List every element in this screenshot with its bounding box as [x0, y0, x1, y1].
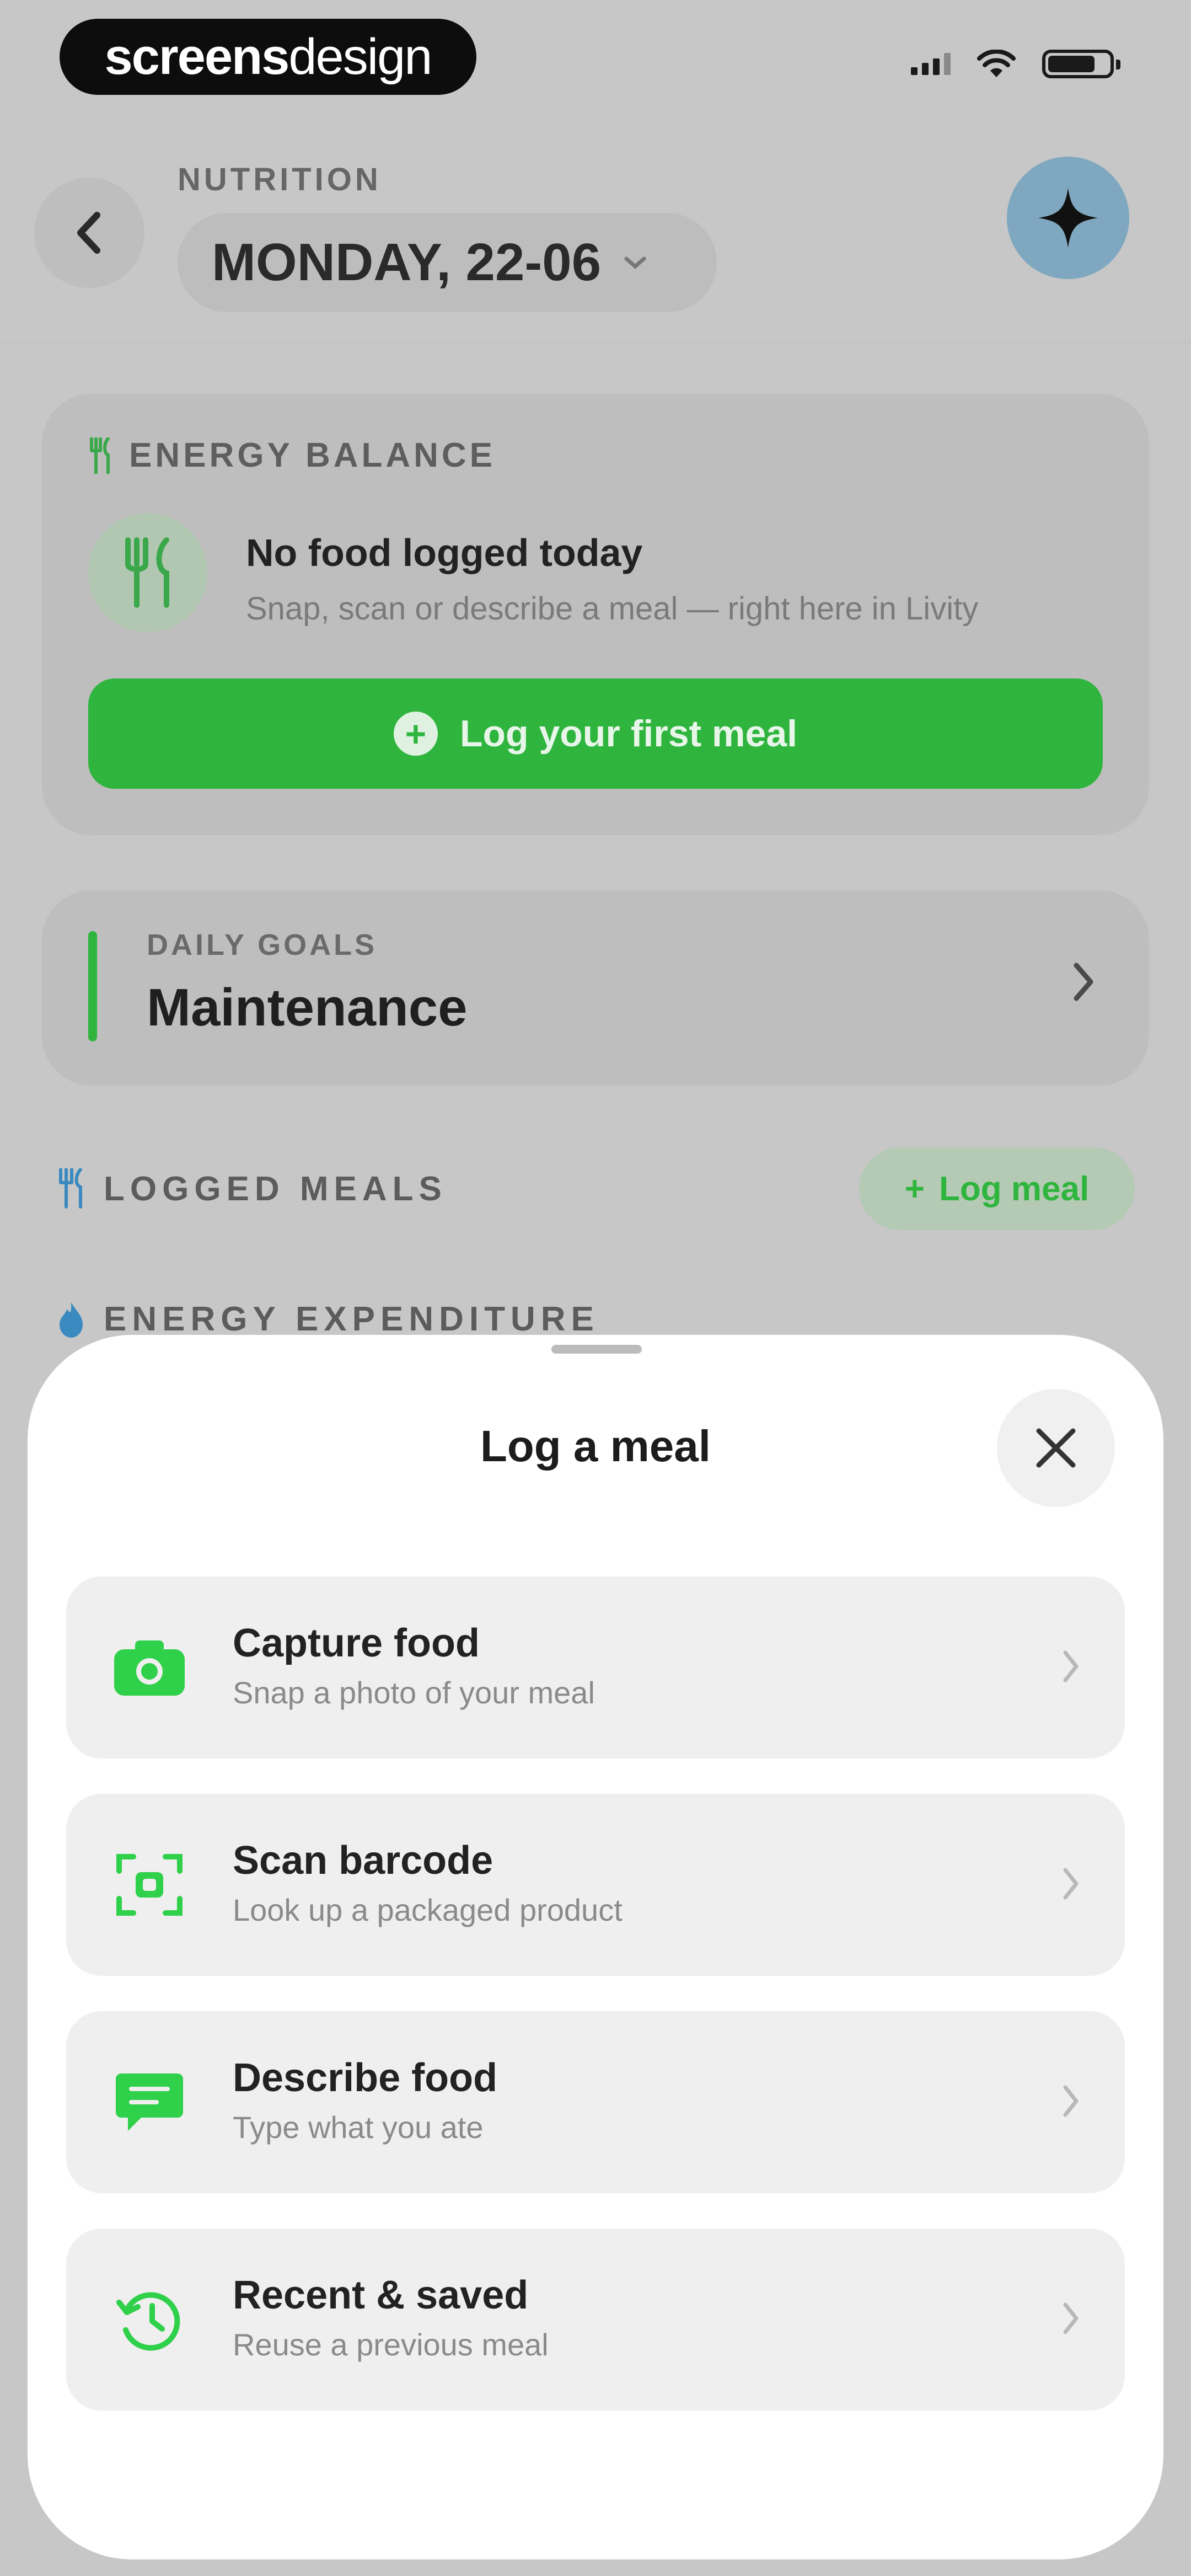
describe-food-option[interactable]: Describe food Type what you ate: [66, 2011, 1125, 2193]
flame-icon: [60, 1302, 83, 1338]
goals-accent-bar: [88, 931, 97, 1041]
wifi-icon: [977, 50, 1016, 77]
sparkle-icon: [1038, 188, 1098, 248]
describe-food-title: Describe food: [233, 2056, 498, 2100]
empty-state-title: No food logged today: [246, 531, 643, 574]
chevron-right-icon: [1074, 963, 1093, 1001]
log-first-meal-button[interactable]: + Log your first meal: [88, 678, 1103, 789]
close-button[interactable]: [997, 1389, 1115, 1507]
section-eyebrow: NUTRITION: [178, 162, 382, 197]
plus-icon: +: [904, 1169, 925, 1208]
chevron-right-icon: [1063, 2085, 1079, 2117]
logged-meals-header: LOGGED MEALS: [57, 1168, 447, 1209]
capture-food-subtitle: Snap a photo of your meal: [233, 1675, 595, 1710]
capture-food-title: Capture food: [233, 1621, 480, 1665]
date-label: MONDAY, 22-06: [212, 233, 602, 292]
barcode-scan-icon: [108, 1843, 191, 1926]
logo-text-light: design: [288, 28, 432, 85]
cutlery-icon: [125, 537, 169, 608]
brand-logo: screens design: [60, 19, 476, 95]
chat-bubble-icon: [108, 2061, 191, 2144]
energy-balance-eyebrow: ENERGY BALANCE: [129, 436, 496, 474]
daily-goals-title: Maintenance: [147, 978, 468, 1037]
cutlery-icon: [90, 437, 110, 474]
nutrition-screen: screens design NUTRITION MONDAY, 22-06 E…: [0, 0, 1191, 2576]
signal-icon: [911, 53, 951, 75]
empty-state-subtitle: Snap, scan or describe a meal — right he…: [246, 591, 979, 627]
battery-icon: [1042, 50, 1120, 78]
chevron-right-icon: [1063, 1868, 1079, 1900]
history-icon: [108, 2278, 191, 2361]
energy-expenditure-header: ENERGY EXPENDITURE: [57, 1300, 599, 1339]
log-meal-chip-label: Log meal: [939, 1169, 1090, 1208]
ai-assistant-button[interactable]: [1007, 157, 1129, 279]
recent-saved-option[interactable]: Recent & saved Reuse a previous meal: [66, 2228, 1125, 2411]
logo-text-bold: screens: [104, 28, 290, 85]
log-meal-chip-button[interactable]: + Log meal: [859, 1147, 1135, 1230]
daily-goals-eyebrow: DAILY GOALS: [147, 928, 378, 961]
energy-balance-header: ENERGY BALANCE: [88, 436, 496, 475]
close-icon: [1036, 1428, 1076, 1468]
scan-barcode-option[interactable]: Scan barcode Look up a packaged product: [66, 1794, 1125, 1976]
recent-saved-subtitle: Reuse a previous meal: [233, 2327, 549, 2362]
camera-icon: [108, 1626, 191, 1709]
back-button[interactable]: [34, 178, 144, 288]
capture-food-option[interactable]: Capture food Snap a photo of your meal: [66, 1576, 1125, 1759]
sheet-grabber[interactable]: [551, 1345, 642, 1354]
energy-expenditure-title: ENERGY EXPENDITURE: [104, 1300, 599, 1338]
plus-circle-icon: +: [393, 712, 438, 756]
log-first-meal-label: Log your first meal: [459, 713, 798, 755]
cutlery-icon: [59, 1168, 82, 1209]
scan-barcode-title: Scan barcode: [233, 1839, 493, 1883]
chevron-down-icon: [624, 256, 646, 269]
food-icon-badge: [88, 513, 207, 632]
chevron-left-icon: [77, 212, 100, 254]
chevron-right-icon: [1063, 1650, 1079, 1682]
scan-barcode-subtitle: Look up a packaged product: [233, 1893, 623, 1927]
describe-food-subtitle: Type what you ate: [233, 2110, 484, 2145]
header-divider: [0, 342, 1191, 343]
status-icons: [911, 50, 1120, 78]
recent-saved-title: Recent & saved: [233, 2273, 529, 2317]
logged-meals-title: LOGGED MEALS: [104, 1169, 447, 1208]
date-selector[interactable]: MONDAY, 22-06: [178, 213, 717, 312]
chevron-right-icon: [1063, 2302, 1079, 2334]
